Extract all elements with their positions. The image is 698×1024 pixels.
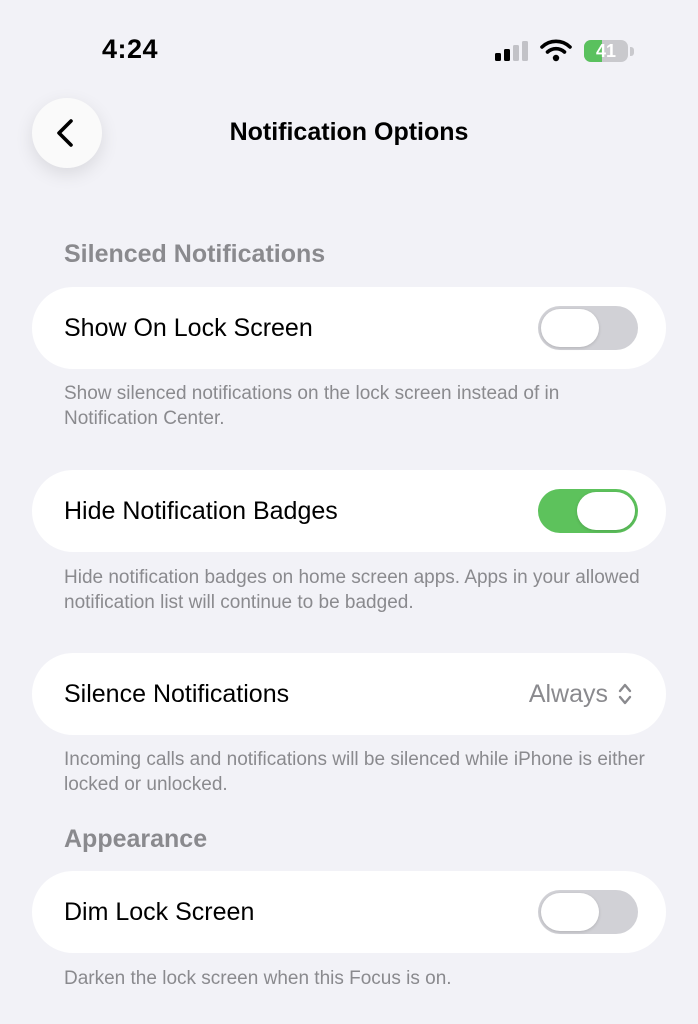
footer-silence-notifications: Incoming calls and notifications will be…	[64, 749, 645, 795]
dim-lock-screen-toggle[interactable]	[538, 890, 638, 934]
row-dim-lock-screen[interactable]: Dim Lock Screen	[32, 871, 666, 953]
footer-show-on-lock-screen: Show silenced notifications on the lock …	[64, 383, 560, 429]
wifi-icon	[540, 39, 572, 62]
footer-hide-notification-badges: Hide notification badges on home screen …	[64, 567, 640, 613]
row-label: Show On Lock Screen	[64, 314, 313, 342]
show-on-lock-screen-toggle[interactable]	[538, 306, 638, 350]
cellular-signal-icon	[495, 41, 528, 61]
status-time: 4:24	[102, 34, 159, 64]
battery-icon: 41	[584, 38, 636, 64]
row-label: Silence Notifications	[64, 680, 290, 708]
chevron-up-down-icon	[618, 683, 632, 705]
footer-dim-lock-screen: Darken the lock screen when this Focus i…	[64, 968, 452, 989]
section-header-appearance: Appearance	[64, 825, 208, 853]
battery-percent: 41	[595, 41, 617, 61]
silence-notifications-value: Always	[528, 680, 608, 708]
row-show-on-lock-screen[interactable]: Show On Lock Screen	[32, 287, 666, 369]
row-label: Hide Notification Badges	[64, 497, 338, 525]
status-bar: 4:24 41	[0, 0, 698, 90]
hide-notification-badges-toggle[interactable]	[538, 489, 638, 533]
section-header-silenced: Silenced Notifications	[64, 240, 326, 268]
row-silence-notifications[interactable]: Silence Notifications Always	[32, 653, 666, 735]
page-title: Notification Options	[229, 118, 469, 146]
row-hide-notification-badges[interactable]: Hide Notification Badges	[32, 470, 666, 552]
row-label: Dim Lock Screen	[64, 898, 255, 926]
